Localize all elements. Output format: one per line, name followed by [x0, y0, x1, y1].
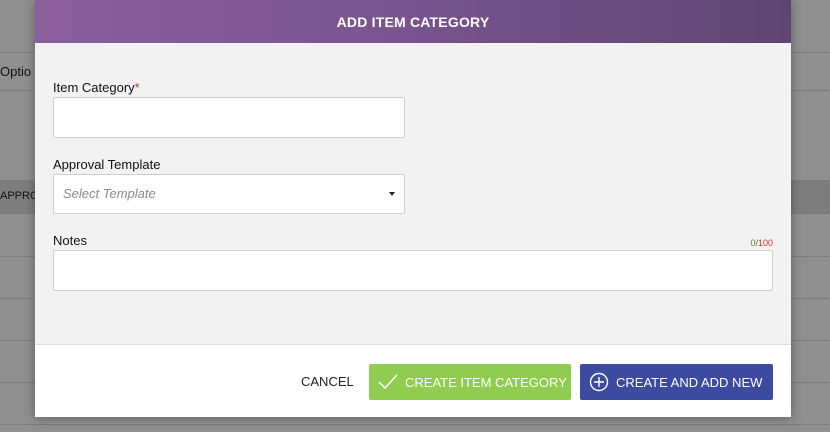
modal-title: ADD ITEM CATEGORY [336, 13, 490, 30]
background-options-label: Optio [0, 64, 32, 79]
notes-label: Notes [53, 233, 87, 248]
create-item-category-label: CREATE ITEM CATEGORY [405, 374, 567, 390]
caret-down-icon [389, 192, 395, 196]
checkmark-icon [377, 371, 399, 393]
item-category-label: Item Category* [53, 80, 140, 95]
cancel-button[interactable]: CANCEL [301, 374, 354, 389]
item-category-input[interactable] [53, 97, 405, 138]
create-and-add-new-button[interactable]: CREATE AND ADD NEW [580, 364, 773, 400]
item-category-label-text: Item Category [53, 80, 135, 95]
notes-character-counter: 0/100 [750, 238, 773, 248]
required-marker: * [134, 80, 140, 95]
notes-count-max: 100 [757, 238, 773, 248]
approval-template-placeholder: Select Template [63, 186, 156, 201]
add-item-category-modal: ADD ITEM CATEGORY Item Category* Approva… [35, 0, 791, 417]
notes-textarea[interactable] [53, 250, 773, 291]
create-item-category-button[interactable]: CREATE ITEM CATEGORY [369, 364, 571, 400]
modal-header: ADD ITEM CATEGORY [35, 0, 791, 43]
modal-footer: CANCEL CREATE ITEM CATEGORY CREATE AND A… [35, 344, 791, 417]
plus-circle-icon [588, 371, 610, 393]
approval-template-select[interactable]: Select Template [53, 174, 405, 214]
background-divider [0, 424, 830, 425]
create-and-add-new-label: CREATE AND ADD NEW [616, 374, 763, 390]
approval-template-label: Approval Template [53, 157, 161, 172]
